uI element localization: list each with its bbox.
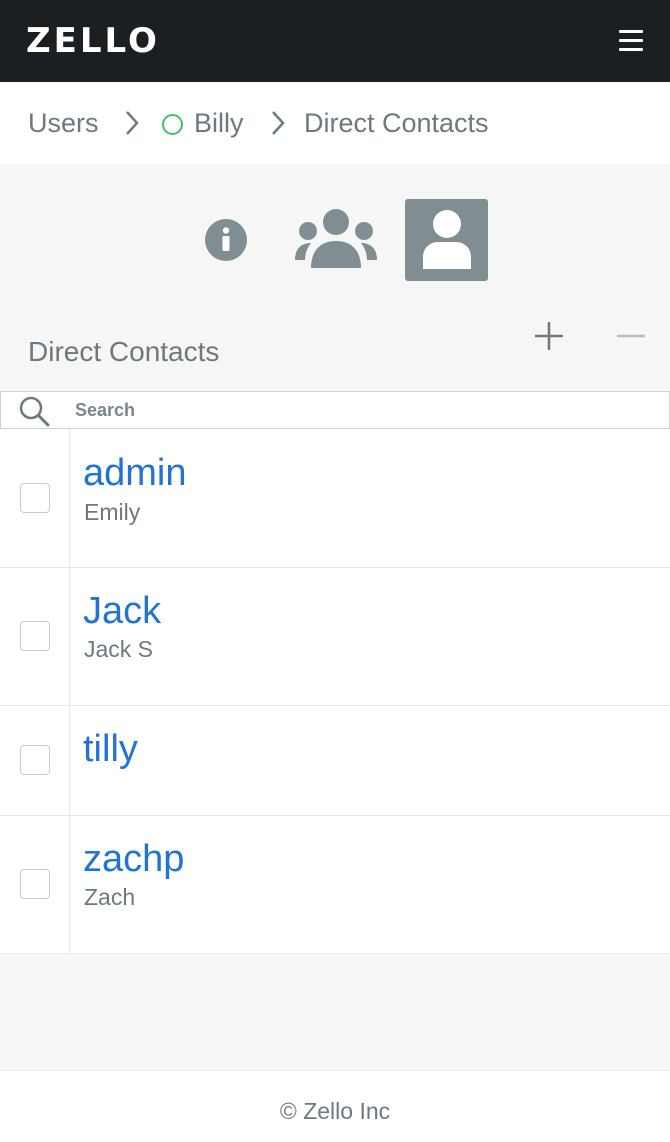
search-input[interactable] (75, 394, 655, 426)
contact-full-name: Emily (84, 499, 141, 525)
contact-username[interactable]: zachp (83, 837, 184, 881)
row-checkbox[interactable] (20, 621, 50, 651)
top-bar: ZELLO (0, 0, 670, 82)
chevron-right-icon (126, 111, 139, 135)
contact-username[interactable]: admin (83, 451, 187, 495)
section-title: Direct Contacts (28, 336, 220, 367)
search-icon (19, 396, 50, 427)
footer-copyright: © Zello Inc (0, 1070, 670, 1142)
list-item: zachp Zach (0, 816, 670, 954)
list-item: Jack Jack S (0, 568, 670, 706)
tab-direct-contacts[interactable] (405, 199, 488, 281)
row-checkbox[interactable] (20, 869, 50, 899)
breadcrumb-direct-contacts: Direct Contacts (304, 108, 489, 138)
info-icon[interactable] (205, 219, 247, 261)
breadcrumb-users[interactable]: Users (28, 82, 99, 164)
breadcrumb-user-billy[interactable]: Billy (194, 82, 244, 164)
contacts-list: admin Emily Jack Jack S tilly zachp Zach (0, 429, 670, 954)
zello-logo[interactable]: ZELLO (26, 18, 160, 64)
contact-full-name: Jack S (84, 636, 154, 662)
contact-username[interactable]: tilly (83, 727, 138, 771)
row-checkbox[interactable] (20, 745, 50, 775)
contact-full-name: Zach (84, 884, 136, 910)
search-bar (0, 391, 670, 429)
hamburger-menu-icon[interactable] (614, 26, 648, 56)
plus-icon[interactable] (531, 318, 567, 354)
breadcrumb: Users Billy Direct Contacts (0, 82, 670, 164)
user-icon (423, 210, 471, 269)
contact-username[interactable]: Jack (83, 589, 161, 633)
online-status-icon (162, 114, 183, 135)
chevron-right-icon (272, 111, 285, 135)
list-item: tilly (0, 706, 670, 816)
list-item: admin Emily (0, 429, 670, 568)
minus-icon[interactable] (613, 318, 649, 354)
row-checkbox[interactable] (20, 483, 50, 513)
group-icon[interactable] (294, 208, 378, 270)
